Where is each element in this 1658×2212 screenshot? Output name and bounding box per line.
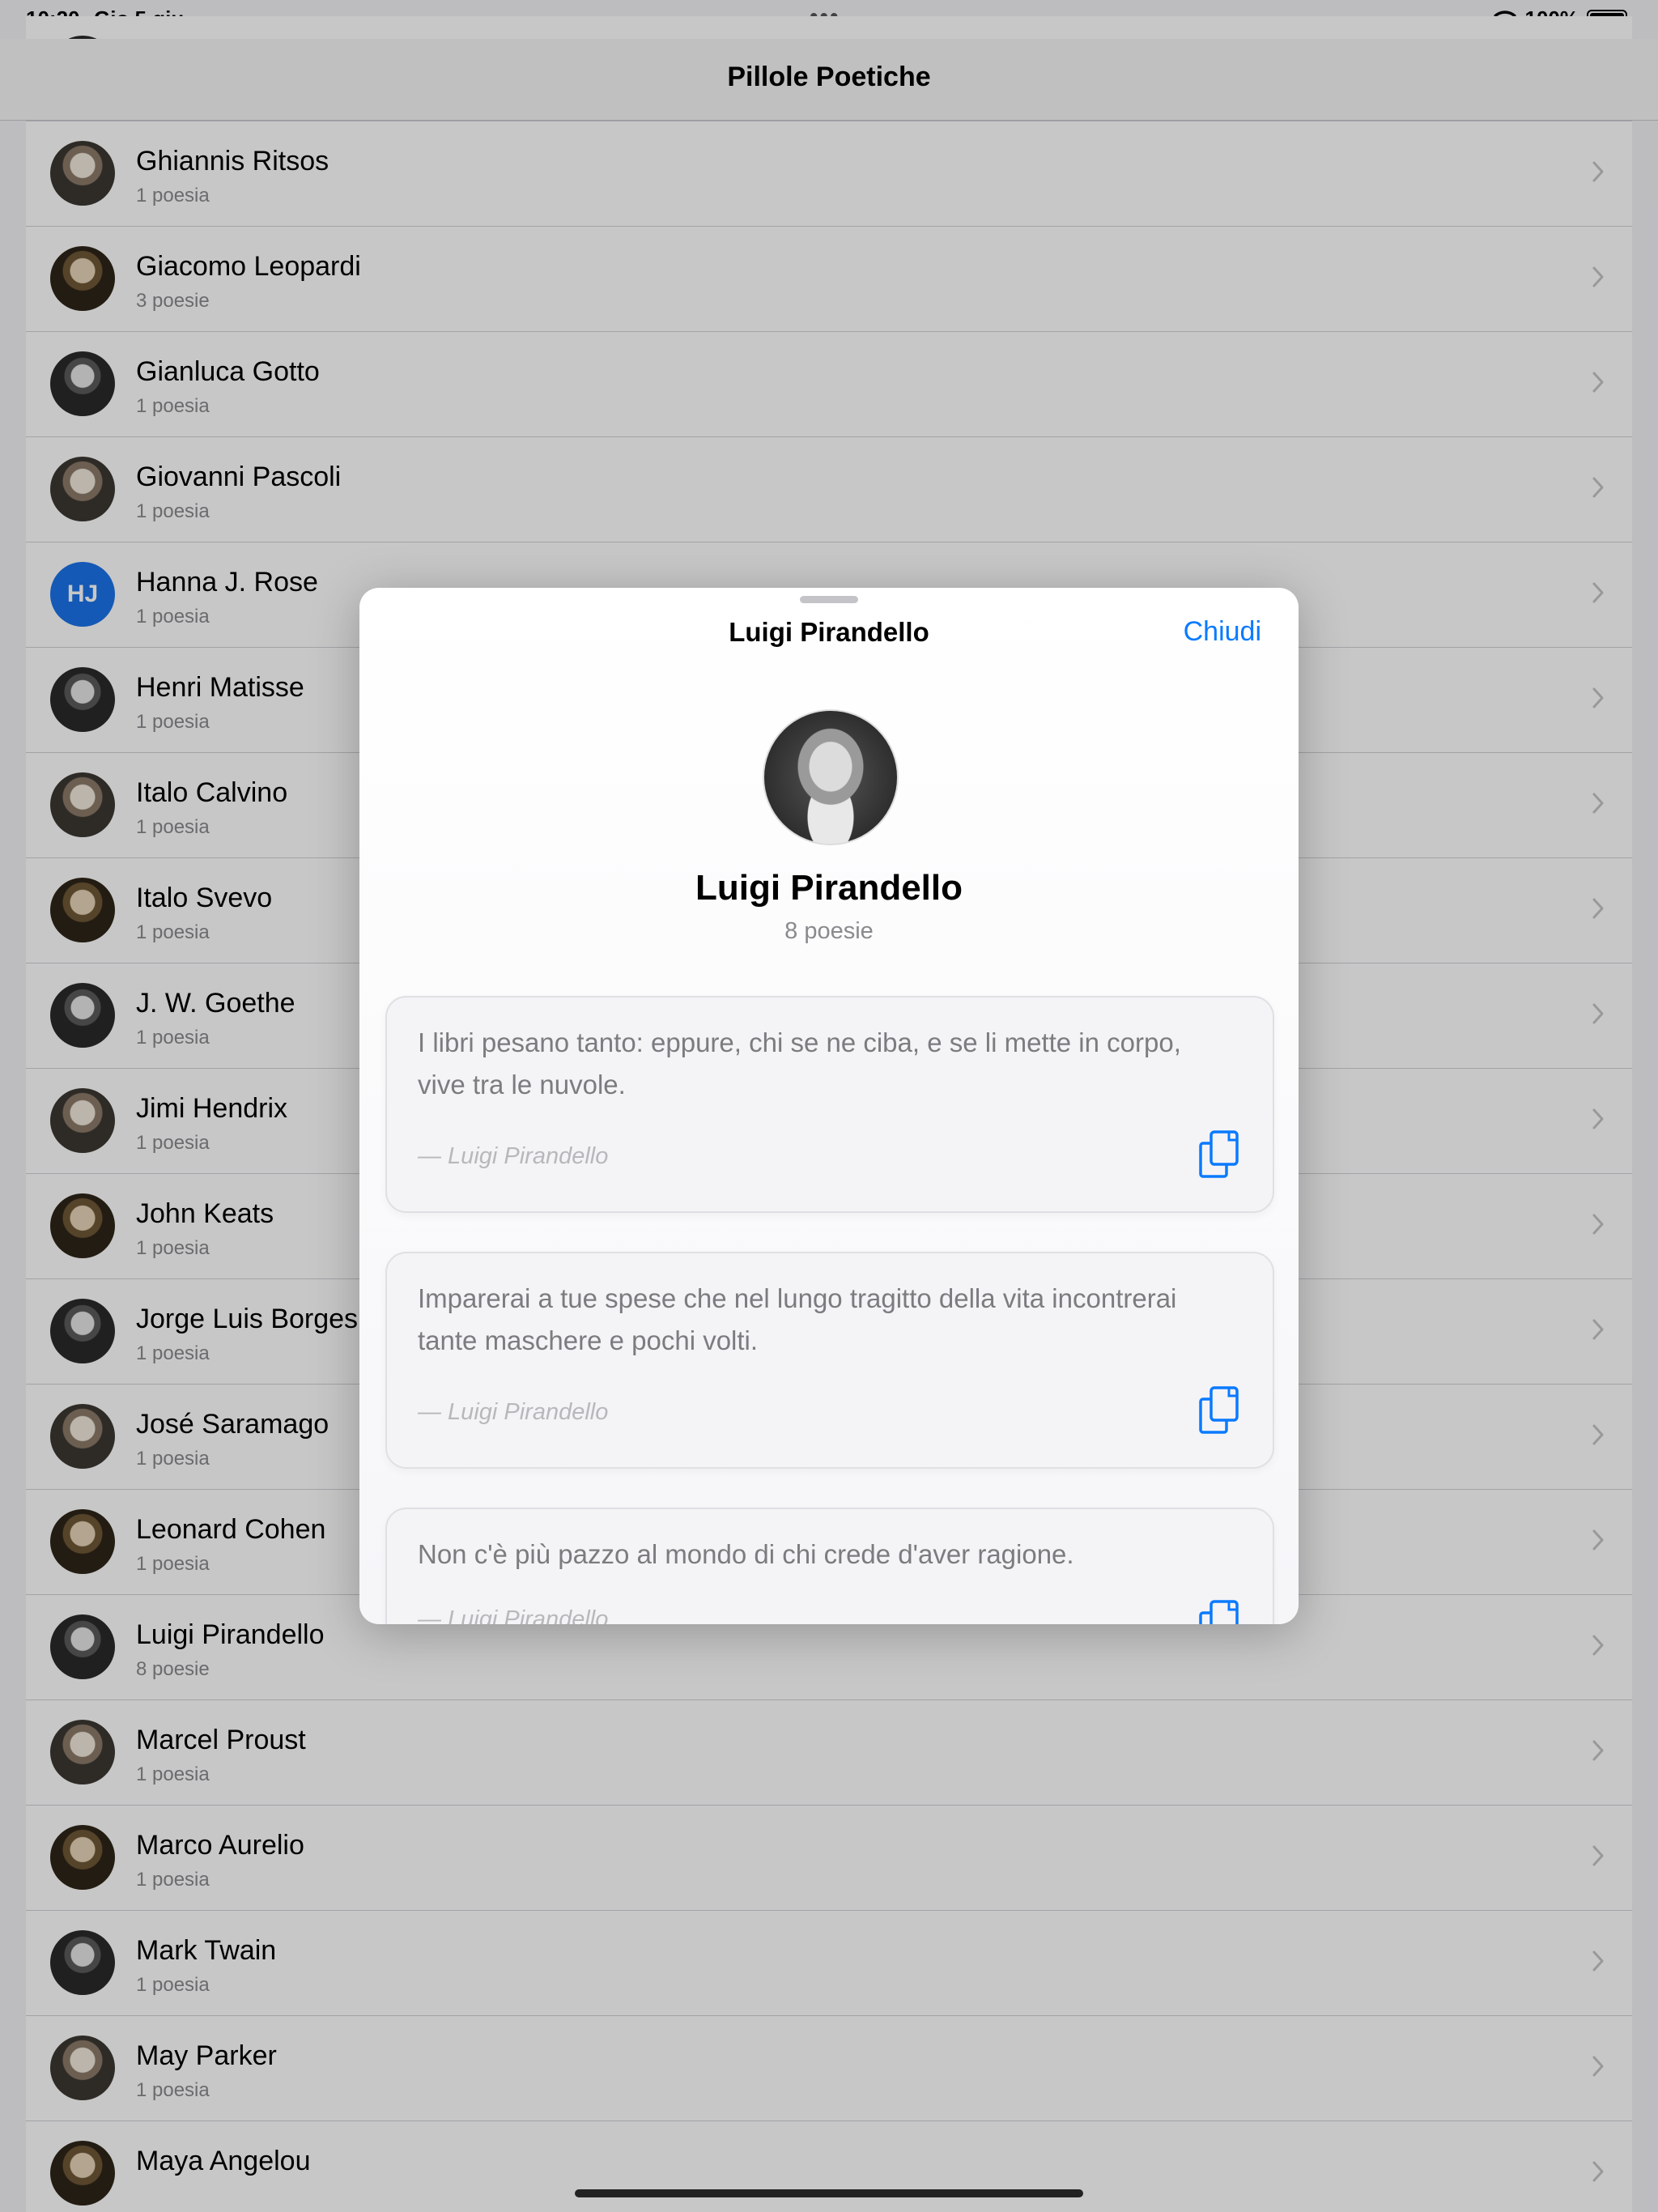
copy-icon[interactable] — [1198, 1130, 1240, 1179]
quote-author: — Luigi Pirandello — [418, 1606, 609, 1624]
quote-card: I libri pesano tanto: eppure, chi se ne … — [385, 996, 1274, 1213]
quote-text: I libri pesano tanto: eppure, chi se ne … — [418, 1027, 1181, 1100]
author-photo — [763, 709, 899, 845]
quote-author: — Luigi Pirandello — [418, 1143, 609, 1169]
quote-author: — Luigi Pirandello — [418, 1399, 609, 1425]
quote-text: Imparerai a tue spese che nel lungo trag… — [418, 1283, 1177, 1355]
quote-card: Non c'è più pazzo al mondo di chi crede … — [385, 1508, 1274, 1624]
author-name: Luigi Pirandello — [695, 868, 963, 908]
quote-card: Imparerai a tue spese che nel lungo trag… — [385, 1252, 1274, 1469]
close-button[interactable]: Chiudi — [1179, 615, 1266, 649]
sheet-grabber[interactable] — [800, 596, 858, 603]
screen: 10:20 Gio 5 giu ••• 100% Pillole Poetich… — [0, 0, 1658, 2212]
copy-icon[interactable] — [1198, 1386, 1240, 1435]
author-detail-sheet: Luigi Pirandello Chiudi Luigi Pirandello… — [359, 588, 1299, 1624]
copy-icon[interactable] — [1198, 1600, 1240, 1624]
quote-text: Non c'è più pazzo al mondo di chi crede … — [418, 1539, 1074, 1569]
home-indicator[interactable] — [575, 2189, 1083, 2197]
sheet-title: Luigi Pirandello — [729, 617, 929, 647]
author-poem-count: 8 poesie — [784, 918, 874, 944]
